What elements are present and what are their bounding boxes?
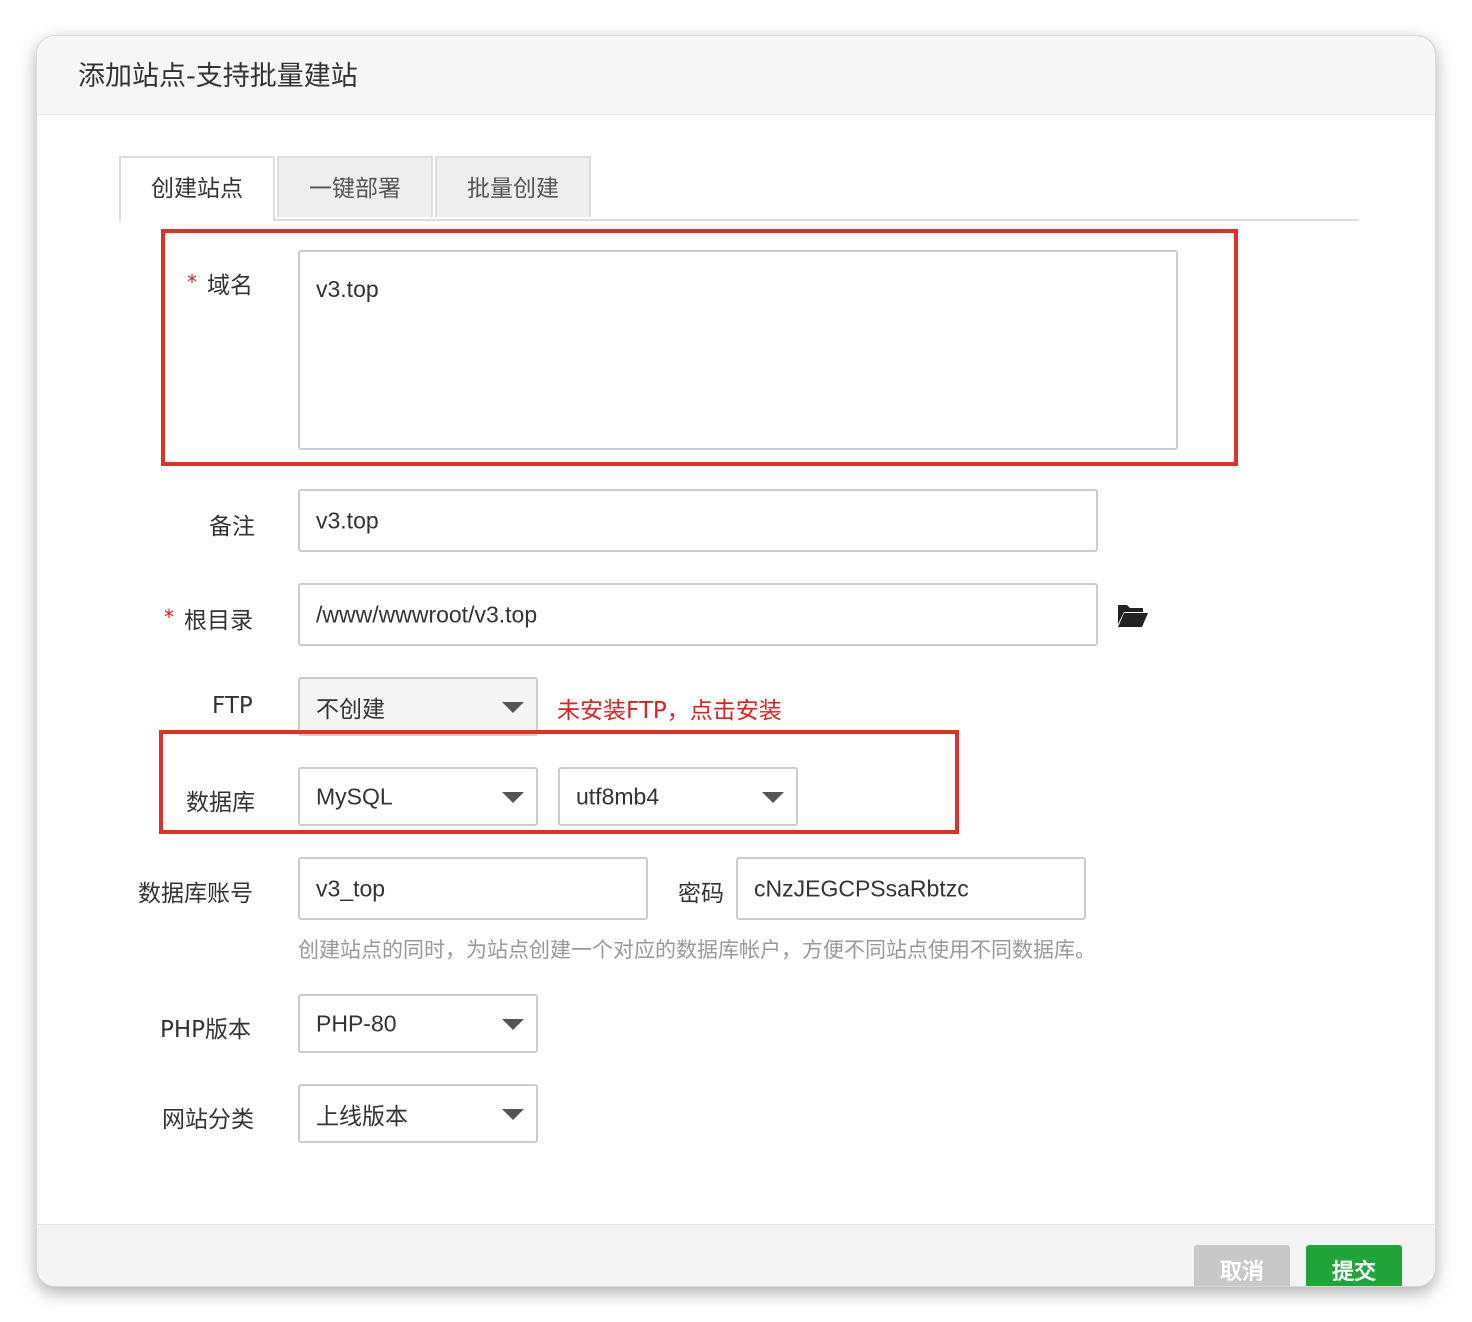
root-label: * 根目录 <box>164 601 253 635</box>
ftp-select[interactable]: 不创建 <box>298 677 538 736</box>
domain-label-text: 域名 <box>207 273 253 299</box>
db-password-value: cNzJEGCPSsaRbtzc <box>754 875 969 901</box>
tab-bar: 创建站点 一键部署 批量创建 <box>119 156 1359 221</box>
db-account-label: 数据库账号 <box>138 881 253 907</box>
site-category-select[interactable]: 上线版本 <box>298 1084 538 1143</box>
remark-label: 备注 <box>209 514 255 540</box>
required-mark: * <box>187 270 197 294</box>
remark-input[interactable]: v3.top <box>298 489 1098 552</box>
db-account-hint: 创建站点的同时，为站点创建一个对应的数据库帐户，方便不同站点使用不同数据库。 <box>298 938 1096 962</box>
chevron-down-icon <box>762 791 784 803</box>
submit-button[interactable]: 提交 <box>1306 1245 1402 1286</box>
db-account-value: v3_top <box>316 875 386 901</box>
root-label-text: 根目录 <box>184 608 253 634</box>
database-type-value: MySQL <box>316 783 393 809</box>
database-charset-select[interactable]: utf8mb4 <box>558 767 798 826</box>
ftp-select-value: 不创建 <box>316 695 385 722</box>
php-version-label: PHP版本 <box>160 1017 252 1043</box>
tab-create-site[interactable]: 创建站点 <box>119 156 275 221</box>
root-dir-value: /www/wwwroot/v3.top <box>316 601 538 627</box>
php-version-select[interactable]: PHP-80 <box>298 994 538 1053</box>
database-label: 数据库 <box>186 790 255 816</box>
site-category-label: 网站分类 <box>162 1107 254 1133</box>
chevron-down-icon <box>502 791 524 803</box>
domain-value: v3.top <box>316 276 379 302</box>
ftp-install-link[interactable]: 未安装FTP，点击安装 <box>557 691 782 725</box>
php-version-value: PHP-80 <box>316 1010 397 1036</box>
chevron-down-icon <box>502 1108 524 1120</box>
site-category-value: 上线版本 <box>316 1102 408 1129</box>
dialog-header: 添加站点-支持批量建站 <box>37 36 1435 115</box>
domain-textarea[interactable]: v3.top <box>298 250 1178 450</box>
root-dir-input[interactable]: /www/wwwroot/v3.top <box>298 583 1098 646</box>
dialog-title: 添加站点-支持批量建站 <box>78 61 358 92</box>
domain-label: * 域名 <box>187 266 253 300</box>
ftp-label: FTP <box>212 693 253 719</box>
chevron-down-icon <box>502 1018 524 1030</box>
db-password-label: 密码 <box>678 881 724 907</box>
database-type-select[interactable]: MySQL <box>298 767 538 826</box>
remark-value: v3.top <box>316 507 379 533</box>
add-site-dialog: 添加站点-支持批量建站 创建站点 一键部署 批量创建 * 域名 v3.top 备注… <box>37 36 1435 1286</box>
db-password-input[interactable]: cNzJEGCPSsaRbtzc <box>736 857 1086 920</box>
folder-open-icon[interactable] <box>1117 602 1149 628</box>
cancel-button[interactable]: 取消 <box>1194 1245 1290 1286</box>
tab-one-click-deploy[interactable]: 一键部署 <box>277 156 433 217</box>
db-account-input[interactable]: v3_top <box>298 857 648 920</box>
tab-batch-create[interactable]: 批量创建 <box>435 156 591 217</box>
database-charset-value: utf8mb4 <box>576 783 660 809</box>
required-mark: * <box>164 605 174 629</box>
chevron-down-icon <box>502 701 524 713</box>
